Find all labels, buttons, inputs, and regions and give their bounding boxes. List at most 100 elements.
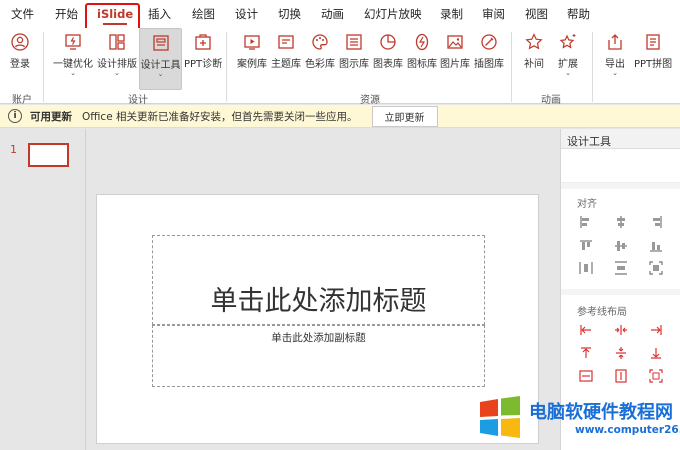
cases-button[interactable]: 案例库 [237, 32, 267, 70]
tab-record[interactable]: 录制 [440, 0, 463, 28]
tab-islide[interactable]: iSlide [97, 0, 133, 28]
ppt-diagnosis-button[interactable]: PPT诊断 [184, 32, 222, 70]
tab-help[interactable]: 帮助 [567, 0, 590, 28]
distribute-vertical-icon[interactable] [614, 261, 628, 275]
charts-label: 图表库 [373, 59, 403, 70]
play-screen-icon [244, 35, 260, 50]
ppt-puzzle-button[interactable]: PPT拼图 [634, 32, 672, 70]
design-tools-label: 设计工具 [140, 60, 181, 71]
group-label-animation: 动画 [541, 95, 561, 106]
icons-button[interactable]: 图标库 [407, 32, 437, 70]
notice-message: Office 相关更新已准备好安装，但首先需要关闭一些应用。 [82, 110, 358, 123]
chevron-down-icon: ⌄ [565, 69, 571, 77]
tab-home[interactable]: 开始 [55, 0, 78, 28]
extend-button[interactable]: 扩展 ⌄ [558, 32, 578, 77]
align-right-icon[interactable] [649, 215, 663, 229]
guide-height-icon[interactable] [614, 369, 628, 383]
update-notification-bar: i 可用更新 Office 相关更新已准备好安装，但首先需要关闭一些应用。 立即… [0, 105, 680, 128]
watermark-site-name: 电脑软硬件教程网 [529, 402, 673, 423]
distribute-horizontal-icon[interactable] [579, 261, 593, 275]
login-button[interactable]: 登录 [10, 32, 30, 70]
guide-center-v-icon[interactable] [614, 346, 628, 360]
layout-label: 设计排版 [97, 59, 137, 70]
icons-label: 图标库 [407, 59, 437, 70]
puzzle-doc-icon [646, 34, 660, 50]
guide-frame-icon[interactable] [649, 369, 663, 383]
diagram-icon [346, 34, 362, 50]
colors-button[interactable]: 色彩库 [305, 32, 335, 70]
export-label: 导出 [605, 59, 625, 70]
guide-bottom-icon[interactable] [649, 346, 663, 360]
themes-button[interactable]: 主题库 [271, 32, 301, 70]
chevron-down-icon: ⌄ [612, 69, 618, 77]
themes-label: 主题库 [271, 59, 301, 70]
divider [561, 183, 680, 189]
tab-file[interactable]: 文件 [11, 0, 34, 28]
slide-thumbnail[interactable] [28, 143, 69, 167]
icon-library-icon [415, 33, 429, 51]
chevron-down-icon: ⌄ [114, 69, 120, 77]
charts-button[interactable]: 图表库 [373, 32, 403, 70]
design-tools-button[interactable]: 设计工具 ⌄ [139, 28, 182, 90]
align-top-icon[interactable] [579, 239, 593, 253]
divider [511, 32, 512, 102]
monitor-bolt-icon [65, 34, 81, 50]
tab-transitions[interactable]: 切换 [278, 0, 301, 28]
export-icon [608, 34, 622, 50]
guide-right-icon[interactable] [649, 323, 663, 337]
slide[interactable]: 单击此处添加标题 单击此处添加副标题 [96, 194, 539, 444]
illustrations-button[interactable]: 插图库 [474, 32, 504, 70]
tween-button[interactable]: 补间 [524, 32, 544, 70]
tab-slideshow[interactable]: 幻灯片放映 [364, 0, 422, 28]
update-now-button[interactable]: 立即更新 [371, 105, 438, 127]
tab-draw[interactable]: 绘图 [192, 0, 215, 28]
diagrams-label: 图示库 [339, 59, 369, 70]
optimize-button[interactable]: 一键优化 ⌄ [53, 32, 93, 77]
fit-slide-icon[interactable] [649, 261, 663, 275]
pictures-button[interactable]: 图片库 [440, 32, 470, 70]
tab-view[interactable]: 视图 [525, 0, 548, 28]
sparkle-star-icon [559, 34, 576, 49]
guide-width-icon[interactable] [579, 369, 593, 383]
star-icon [525, 33, 543, 50]
ribbon-tabs: 文件 开始 iSlide 插入 绘图 设计 切换 动画 幻灯片放映 录制 审阅 … [0, 0, 680, 28]
subtitle-placeholder[interactable]: 单击此处添加副标题 [152, 325, 485, 387]
tab-design[interactable]: 设计 [235, 0, 258, 28]
palette-icon [312, 34, 328, 50]
brush-icon [481, 34, 497, 50]
pictures-label: 图片库 [440, 59, 470, 70]
diagrams-button[interactable]: 图示库 [339, 32, 369, 70]
tab-insert[interactable]: 插入 [148, 0, 171, 28]
chevron-down-icon: ⌄ [70, 69, 76, 77]
panel-tab-strip [561, 149, 680, 183]
ribbon: 登录 一键优化 ⌄ 设计排版 ⌄ 设计工具 ⌄ PPT诊断 案例库 主题库 色彩… [0, 28, 680, 106]
align-left-icon[interactable] [579, 215, 593, 229]
user-icon [11, 33, 29, 51]
export-button[interactable]: 导出 ⌄ [605, 32, 625, 77]
windows-logo-icon [480, 396, 520, 438]
align-middle-icon[interactable] [614, 239, 628, 253]
ppt-puzzle-label: PPT拼图 [634, 59, 673, 70]
divider [43, 32, 44, 102]
align-section-label: 对齐 [577, 199, 597, 210]
divider [592, 32, 593, 102]
layout-button[interactable]: 设计排版 ⌄ [97, 32, 137, 77]
guide-center-h-icon[interactable] [614, 323, 628, 337]
divider [561, 289, 680, 295]
group-label-design: 设计 [128, 95, 148, 106]
slide-number: 1 [10, 143, 17, 156]
tab-animations[interactable]: 动画 [321, 0, 344, 28]
title-placeholder[interactable]: 单击此处添加标题 [152, 235, 485, 325]
pie-chart-icon [380, 34, 396, 50]
design-tools-icon [152, 35, 169, 51]
cases-label: 案例库 [237, 59, 267, 70]
guide-top-icon[interactable] [579, 346, 593, 360]
tab-review[interactable]: 审阅 [482, 0, 505, 28]
guide-left-icon[interactable] [579, 323, 593, 337]
align-bottom-icon[interactable] [649, 239, 663, 253]
align-center-icon[interactable] [614, 215, 628, 229]
subtitle-placeholder-text: 单击此处添加副标题 [271, 332, 366, 344]
chevron-down-icon: ⌄ [157, 70, 164, 78]
guide-layout-section-label: 参考线布局 [577, 307, 627, 318]
slide-thumbnail-pane: 1 [0, 129, 86, 450]
